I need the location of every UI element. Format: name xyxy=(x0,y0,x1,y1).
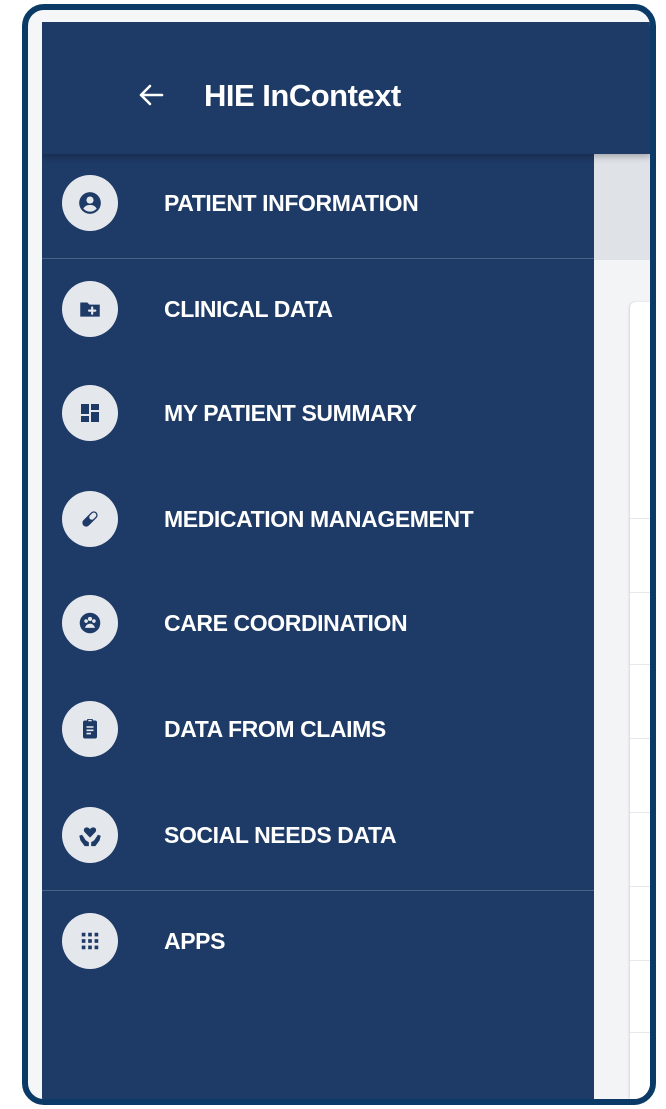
row-divider xyxy=(630,812,650,813)
dashboard-icon xyxy=(62,385,118,441)
sidebar-divider xyxy=(42,890,594,891)
hand-heart-icon xyxy=(62,807,118,863)
sidebar-item-label: MY PATIENT SUMMARY xyxy=(164,400,417,426)
sidebar-item-care-coordination[interactable]: CARE COORDINATION xyxy=(42,574,594,674)
sidebar-item-label: APPS xyxy=(164,928,226,954)
pill-icon xyxy=(62,491,118,547)
apps-grid-icon xyxy=(62,913,118,969)
sidebar-item-label: CARE COORDINATION xyxy=(164,610,408,636)
app-title: HIE InContext xyxy=(204,78,401,113)
content-card xyxy=(630,302,650,1099)
sidebar-item-data-from-claims[interactable]: DATA FROM CLAIMS xyxy=(42,680,594,780)
row-divider xyxy=(630,960,650,961)
group-circle-icon xyxy=(62,595,118,651)
sidebar-item-label: MEDICATION MANAGEMENT xyxy=(164,506,474,532)
row-divider xyxy=(630,738,650,739)
sidebar-item-label: DATA FROM CLAIMS xyxy=(164,716,386,742)
row-divider xyxy=(630,664,650,665)
arrow-left-icon xyxy=(139,84,164,106)
sidebar-item-apps[interactable]: APPS xyxy=(42,892,594,992)
row-divider xyxy=(630,886,650,887)
app-window: HIE InContext PATIENT INFORMATION CLINIC… xyxy=(42,22,650,1099)
row-divider xyxy=(630,1032,650,1033)
sidebar-item-clinical-data[interactable]: CLINICAL DATA xyxy=(42,260,594,360)
sidebar-divider xyxy=(42,258,594,259)
back-button[interactable] xyxy=(134,78,168,112)
app-header: HIE InContext xyxy=(42,22,650,154)
sidebar-item-social-needs-data[interactable]: SOCIAL NEEDS DATA xyxy=(42,786,594,886)
sidebar-item-label: CLINICAL DATA xyxy=(164,296,333,322)
sidebar-item-medication-management[interactable]: MEDICATION MANAGEMENT xyxy=(42,470,594,570)
sidebar-item-my-patient-summary[interactable]: MY PATIENT SUMMARY xyxy=(42,364,594,464)
folder-plus-icon xyxy=(62,281,118,337)
row-divider xyxy=(630,518,650,519)
main-content xyxy=(594,154,650,1099)
account-circle-icon xyxy=(62,175,118,231)
device-frame: HIE InContext PATIENT INFORMATION CLINIC… xyxy=(22,4,656,1105)
sidebar-nav: PATIENT INFORMATION CLINICAL DATA MY PAT… xyxy=(42,154,594,1099)
sidebar-item-label: SOCIAL NEEDS DATA xyxy=(164,822,397,848)
sidebar-item-patient-information[interactable]: PATIENT INFORMATION xyxy=(42,154,594,254)
sidebar-item-label: PATIENT INFORMATION xyxy=(164,190,419,216)
content-header xyxy=(594,154,650,260)
clipboard-icon xyxy=(62,701,118,757)
row-divider xyxy=(630,592,650,593)
